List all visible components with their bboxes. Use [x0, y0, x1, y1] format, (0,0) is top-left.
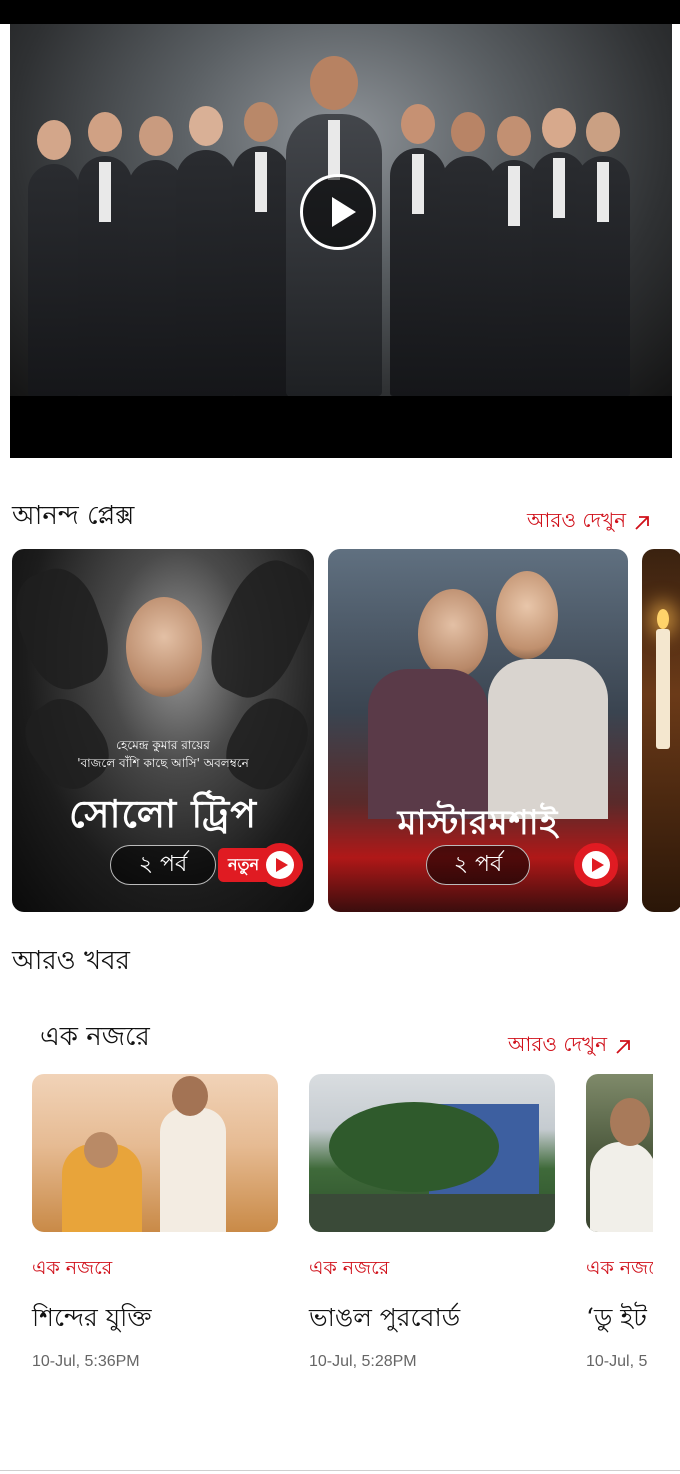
- news-headline[interactable]: শিন্দের যুক্তি: [32, 1298, 278, 1341]
- glance-section-title: এক নজরে: [40, 1022, 150, 1052]
- news-thumbnail: [309, 1074, 555, 1232]
- play-icon[interactable]: [300, 174, 376, 250]
- news-thumbnail: [586, 1074, 653, 1232]
- episode-count: ২ পর্ব: [426, 845, 530, 885]
- news-card[interactable]: এক নজরে শিন্দের যুক্তি 10-Jul, 5:36PM: [32, 1074, 278, 1371]
- plex-carousel[interactable]: হেমেন্দ্র কুমার রায়ের 'বাজলে বাঁশি কাছে…: [0, 549, 680, 913]
- play-icon[interactable]: [574, 843, 618, 887]
- news-category: এক নজরে: [309, 1257, 390, 1279]
- poster-title: সোলো ট্রিপ: [68, 791, 258, 836]
- see-more-label: আরও দেখুন: [508, 1032, 608, 1056]
- more-news-title: আরও খবর: [12, 946, 130, 976]
- poster-subtitle: 'বাজলে বাঁশি কাছে আসি' অবলম্বনে: [77, 756, 249, 770]
- play-icon[interactable]: [258, 843, 302, 887]
- news-carousel[interactable]: এক নজরে শিন্দের যুক্তি 10-Jul, 5:36PM এক…: [0, 1074, 653, 1374]
- news-category: এক নজরে: [32, 1257, 113, 1279]
- plex-section-title: আনন্দ প্লেক্স: [12, 501, 135, 531]
- poster-subtitle: হেমেন্দ্র কুমার রায়ের: [116, 738, 210, 752]
- bottom-divider: [0, 1470, 680, 1471]
- poster-art: [12, 558, 121, 700]
- arrow-up-right-icon: [615, 1039, 631, 1055]
- poster-card[interactable]: মাস্টারমশাই ২ পর্ব: [328, 549, 628, 912]
- poster-face: [418, 589, 488, 679]
- glance-see-more-link[interactable]: আরও দেখুন: [508, 1030, 631, 1063]
- poster-card[interactable]: হেমেন্দ্র কুমার রায়ের 'বাজলে বাঁশি কাছে…: [12, 549, 314, 912]
- news-headline[interactable]: ভাঙল পুরবোর্ড: [309, 1298, 555, 1341]
- status-bar: [0, 0, 680, 24]
- episode-count: ২ পর্ব: [110, 845, 216, 885]
- news-card[interactable]: এক নজরে ‘ডু ইট 10-Jul, 5: [586, 1074, 653, 1371]
- arrow-up-right-icon: [634, 515, 650, 531]
- poster-face: [496, 571, 558, 659]
- candle: [656, 629, 670, 749]
- cast-group: [10, 56, 672, 396]
- hero-video[interactable]: [10, 24, 672, 458]
- candle-flame: [657, 609, 669, 629]
- news-timestamp: 10-Jul, 5:28PM: [309, 1353, 417, 1370]
- news-timestamp: 10-Jul, 5:36PM: [32, 1353, 140, 1370]
- news-headline[interactable]: ‘ডু ইট: [586, 1298, 653, 1341]
- news-category: এক নজরে: [586, 1257, 653, 1279]
- news-timestamp: 10-Jul, 5: [586, 1353, 648, 1370]
- news-thumbnail: [32, 1074, 278, 1232]
- poster-card[interactable]: [642, 549, 680, 912]
- poster-art: [196, 549, 314, 710]
- plex-see-more-link[interactable]: আরও দেখুন: [527, 506, 650, 539]
- news-card[interactable]: এক নজরে ভাঙল পুরবোর্ড 10-Jul, 5:28PM: [309, 1074, 555, 1371]
- poster-face: [126, 597, 202, 697]
- see-more-label: আরও দেখুন: [527, 508, 627, 532]
- poster-art: [488, 659, 608, 819]
